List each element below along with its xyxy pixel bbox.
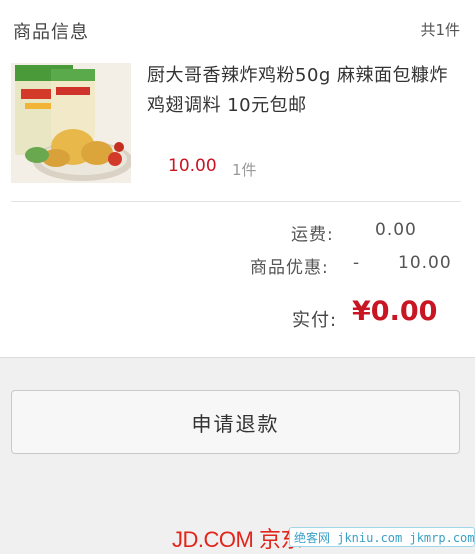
order-product-card: 商品信息 共1件 厨大哥香辣炸鸡粉50g 麻辣面包糠炸鸡翅调料 10元包邮 10… (0, 0, 475, 358)
paid-label: 实付: (292, 310, 338, 331)
freight-value: 0.00 (375, 220, 417, 240)
item-count: 共1件 (420, 21, 460, 39)
discount-value: 10.00 (398, 253, 452, 273)
apply-refund-button[interactable]: 申请退款 (11, 390, 460, 454)
freight-label: 运费: (291, 225, 334, 245)
discount-label: 商品优惠: (250, 258, 329, 278)
paid-amount: ¥0.00 (352, 296, 438, 327)
watermark: 绝客网 jkniu.com jkmrp.com (289, 527, 475, 547)
product-price: 10.00 (168, 156, 217, 176)
product-name[interactable]: 厨大哥香辣炸鸡粉50g 麻辣面包糠炸鸡翅调料 10元包邮 (147, 61, 465, 121)
product-image-icon (11, 63, 131, 183)
section-title: 商品信息 (13, 22, 89, 43)
product-quantity: 1件 (232, 161, 257, 179)
product-thumbnail[interactable] (11, 63, 131, 183)
divider (11, 201, 461, 202)
discount-sign: - (353, 253, 361, 273)
jd-logo: JD.COM 京东 (172, 527, 302, 552)
